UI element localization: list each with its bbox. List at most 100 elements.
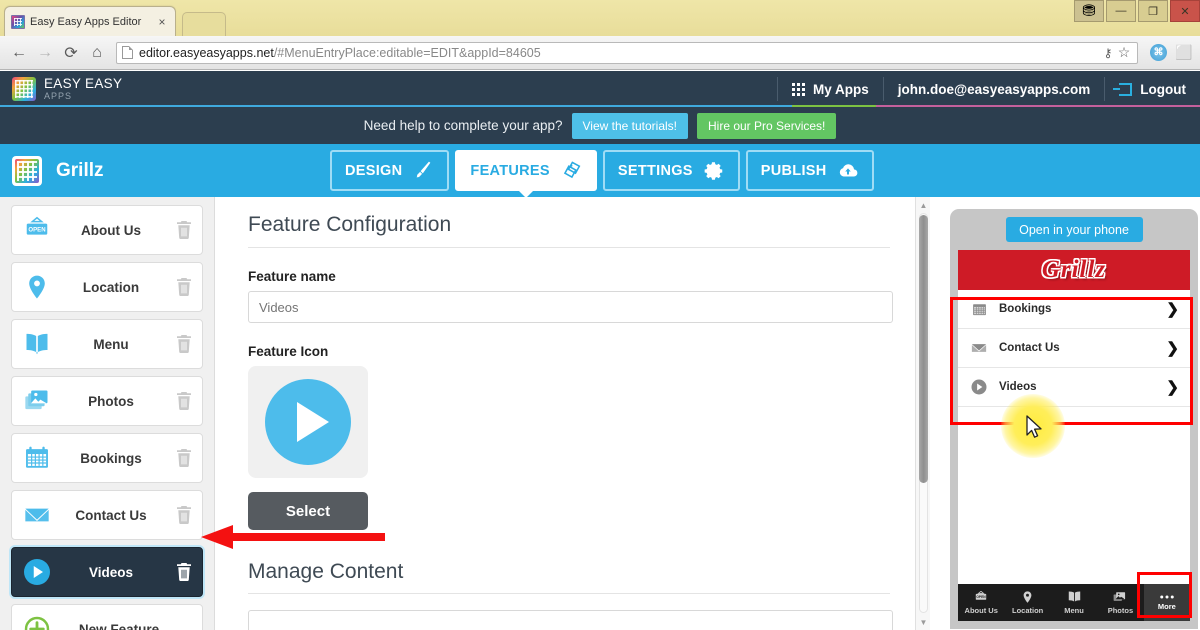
url-host: editor.easyeasyapps.net — [139, 46, 274, 60]
address-bar[interactable]: editor.easyeasyapps.net /#MenuEntryPlace… — [116, 42, 1138, 64]
tab-design[interactable]: DESIGN — [330, 150, 449, 191]
forward-icon[interactable]: → — [32, 40, 58, 66]
delete-icon[interactable] — [176, 278, 192, 296]
sidebar-item-menu[interactable]: Menu — [11, 319, 203, 369]
photos-icon — [22, 386, 52, 416]
sidebar-item-videos-label: Videos — [52, 565, 176, 580]
reload-icon[interactable]: ⟳ — [58, 40, 84, 66]
feature-icon-label: Feature Icon — [248, 344, 890, 359]
my-apps-button[interactable]: My Apps — [778, 71, 883, 107]
calendar-icon — [22, 443, 52, 473]
svg-text:OPEN: OPEN — [28, 228, 45, 234]
window-controls: ⛃ — ❐ ✕ — [1072, 0, 1200, 24]
book-icon — [22, 329, 52, 359]
play-icon — [969, 377, 989, 397]
sidebar-item-bookings-label: Bookings — [52, 451, 176, 466]
logout-label: Logout — [1140, 82, 1186, 97]
scroll-up-arrow-icon[interactable]: ▲ — [916, 198, 931, 212]
close-window-button[interactable]: ✕ — [1170, 0, 1200, 22]
home-icon[interactable]: ⌂ — [84, 40, 110, 66]
envelope-icon — [22, 500, 52, 530]
tab-strip: Easy Easy Apps Editor × — [0, 0, 1200, 36]
gear-icon — [703, 160, 725, 182]
phone-frame: Open in your phone Grillz — [950, 209, 1198, 629]
scrollbar-thumb[interactable] — [919, 215, 928, 483]
select-button[interactable]: Select — [248, 492, 368, 530]
hire-pro-services-button[interactable]: Hire our Pro Services! — [697, 113, 836, 139]
user-avatar-icon[interactable]: ⛃ — [1074, 0, 1104, 22]
tab-close-icon[interactable]: × — [155, 15, 169, 29]
phone-tab-bar: OPEN About Us Location Menu — [958, 584, 1190, 621]
view-tutorials-button[interactable]: View the tutorials! — [572, 113, 689, 139]
sidebar-item-contact-us[interactable]: Contact Us — [11, 490, 203, 540]
minimize-button[interactable]: — — [1106, 0, 1136, 22]
phone-row-bookings[interactable]: Bookings ❯ — [958, 290, 1190, 329]
key-icon[interactable]: ⚷ — [1100, 40, 1116, 66]
sidebar-item-contact-us-label: Contact Us — [52, 508, 176, 523]
phone-row-videos[interactable]: Videos ❯ — [958, 368, 1190, 407]
back-icon[interactable]: ← — [6, 40, 32, 66]
delete-icon[interactable] — [176, 449, 192, 467]
open-sign-icon: OPEN — [973, 591, 989, 604]
extension-blue-icon[interactable]: ⌘ — [1150, 44, 1167, 61]
feature-name-input[interactable] — [248, 291, 893, 323]
delete-icon[interactable] — [176, 335, 192, 353]
tab-design-label: DESIGN — [345, 163, 402, 179]
manage-content-input[interactable] — [248, 610, 893, 630]
sidebar-item-location[interactable]: Location — [11, 262, 203, 312]
logout-button[interactable]: Logout — [1105, 71, 1200, 107]
maximize-button[interactable]: ❐ — [1138, 0, 1168, 22]
delete-icon[interactable] — [176, 221, 192, 239]
delete-icon[interactable] — [176, 563, 192, 581]
tab-settings[interactable]: SETTINGS — [603, 150, 740, 191]
chevron-right-icon: ❯ — [1166, 339, 1179, 357]
extension-icons: ⌘ ⬜ — [1150, 43, 1194, 63]
chevron-right-icon: ❯ — [1166, 378, 1179, 396]
play-circle-icon — [265, 379, 351, 465]
app-body: OPEN About Us Location — [0, 197, 1200, 630]
tab-publish[interactable]: PUBLISH — [746, 150, 874, 191]
phone-app-header: Grillz — [958, 250, 1190, 290]
envelope-icon — [969, 338, 989, 358]
manage-content-title: Manage Content — [248, 560, 890, 594]
phone-tab-location[interactable]: Location — [1004, 584, 1050, 621]
extension-frame-icon[interactable]: ⬜ — [1174, 43, 1194, 63]
brush-icon — [412, 160, 434, 182]
page-info-icon — [122, 46, 133, 59]
tab-publish-label: PUBLISH — [761, 163, 827, 179]
phone-tab-photos[interactable]: Photos — [1097, 584, 1143, 621]
open-in-your-phone-button[interactable]: Open in your phone — [1006, 217, 1143, 242]
help-message: Need help to complete your app? — [364, 118, 563, 133]
browser-tab[interactable]: Easy Easy Apps Editor × — [4, 6, 176, 36]
bookmark-star-icon[interactable]: ☆ — [1116, 40, 1132, 66]
tab-features[interactable]: FEATURES — [455, 150, 596, 191]
account-email[interactable]: john.doe@easyeasyapps.com — [884, 71, 1105, 107]
delete-icon[interactable] — [176, 392, 192, 410]
sidebar-item-bookings[interactable]: Bookings — [11, 433, 203, 483]
sidebar-item-about-us[interactable]: OPEN About Us — [11, 205, 203, 255]
feature-name-label: Feature name — [248, 269, 890, 284]
sidebar-item-photos[interactable]: Photos — [11, 376, 203, 426]
phone-row-videos-label: Videos — [999, 381, 1166, 393]
grid-apps-icon — [792, 83, 805, 96]
app-navigation-bar: Grillz DESIGN FEATURES — [0, 144, 1200, 197]
main-scrollbar[interactable]: ▲ ▼ — [915, 197, 930, 630]
phone-tab-more[interactable]: More — [1144, 584, 1190, 621]
page-title: Feature Configuration — [248, 213, 890, 248]
cloud-upload-icon — [837, 160, 859, 182]
phone-tab-menu[interactable]: Menu — [1051, 584, 1097, 621]
sidebar-item-new-feature[interactable]: New Feature — [11, 604, 203, 630]
new-tab-button[interactable] — [182, 12, 226, 36]
phone-row-contact-us[interactable]: Contact Us ❯ — [958, 329, 1190, 368]
tab-settings-label: SETTINGS — [618, 163, 693, 179]
sidebar-item-location-label: Location — [52, 280, 176, 295]
phone-tab-about-us[interactable]: OPEN About Us — [958, 584, 1004, 621]
sidebar-item-videos[interactable]: Videos — [11, 547, 203, 597]
brand-line1: EASY EASY — [44, 77, 122, 91]
brand[interactable]: EASY EASY APPS — [0, 77, 122, 102]
delete-icon[interactable] — [176, 506, 192, 524]
phone-tab-more-label: More — [1158, 602, 1176, 611]
browser-title-bar: Easy Easy Apps Editor × ⛃ — ❐ ✕ — [0, 0, 1200, 36]
phone-row-contact-us-label: Contact Us — [999, 342, 1166, 354]
scroll-down-arrow-icon[interactable]: ▼ — [916, 615, 931, 629]
